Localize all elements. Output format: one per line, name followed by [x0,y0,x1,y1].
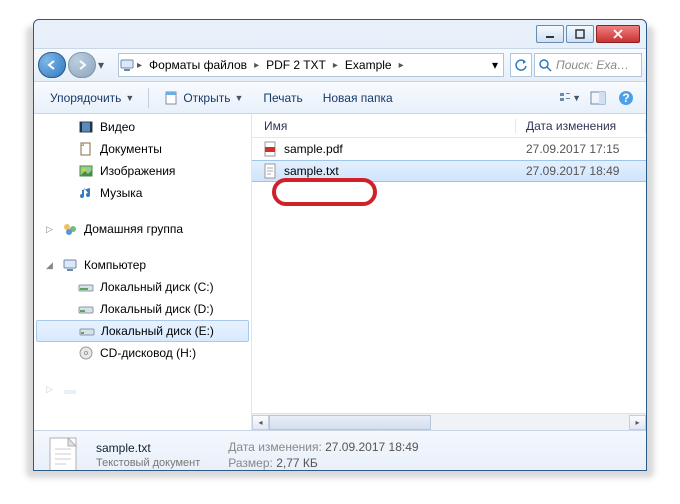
column-date[interactable]: Дата изменения [516,119,646,133]
new-folder-button[interactable]: Новая папка [315,87,401,109]
file-list[interactable]: sample.pdf 27.09.2017 17:15 sample.txt 2… [252,138,646,413]
details-filetype: Текстовый документ [96,457,200,469]
file-pane: Имя Дата изменения sample.pdf 27.09.2017… [252,114,646,430]
search-input[interactable]: Поиск: Exa… [534,53,642,77]
horizontal-scrollbar[interactable]: ◂ ▸ [252,413,646,430]
nav-history-dropdown[interactable]: ▾ [98,58,112,72]
txt-icon [262,163,278,179]
nav-bar: ▾ ▸ Форматы файлов ▸ PDF 2 TXT ▸ Example… [34,48,646,82]
open-button[interactable]: Открыть▼ [155,86,251,110]
titlebar [34,20,646,48]
tree-item-videos[interactable]: Видео [34,116,251,138]
details-pane: sample.txt Текстовый документ Дата измен… [34,430,646,471]
breadcrumb[interactable]: ▸ Форматы файлов ▸ PDF 2 TXT ▸ Example ▸… [118,53,504,77]
collapse-icon[interactable]: ◢ [46,260,53,271]
tree-item-music[interactable]: Музыка [34,182,251,204]
computer-icon [62,257,78,273]
organize-button[interactable]: Упорядочить▼ [42,87,142,109]
chevron-right-icon[interactable]: ▸ [331,60,340,71]
tree-item-drive-e[interactable]: Локальный диск (E:) [36,320,249,342]
column-headers: Имя Дата изменения [252,114,646,138]
forward-button[interactable] [68,52,96,78]
film-icon [78,119,94,135]
minimize-button[interactable] [536,25,564,43]
chevron-right-icon[interactable]: ▸ [135,60,144,71]
maximize-button[interactable] [566,25,594,43]
expand-icon[interactable]: ▷ [46,224,53,235]
details-filename: sample.txt [96,441,200,455]
tree-item-documents[interactable]: Документы [34,138,251,160]
scroll-right-button[interactable]: ▸ [629,415,646,430]
chevron-right-icon[interactable]: ▸ [252,60,261,71]
tree-item-drive-d[interactable]: Локальный диск (D:) [34,298,251,320]
scroll-left-button[interactable]: ◂ [252,415,269,430]
preview-pane-button[interactable] [586,87,610,109]
back-button[interactable] [38,52,66,78]
column-name[interactable]: Имя [252,119,516,133]
breadcrumb-segment[interactable]: Example [340,54,397,76]
tree-item-cd-drive[interactable]: CD-дисковод (H:) [34,342,251,364]
navigation-tree: Видео Документы Изображения Музыка ▷Дома… [34,114,252,430]
breadcrumb-segment[interactable]: Форматы файлов [144,54,252,76]
cd-icon [78,345,94,361]
breadcrumb-segment[interactable]: PDF 2 TXT [261,54,331,76]
drive-icon [78,301,94,317]
music-icon [78,185,94,201]
tree-item-drive-c[interactable]: Локальный диск (C:) [34,276,251,298]
tree-item-pictures[interactable]: Изображения [34,160,251,182]
print-button[interactable]: Печать [255,87,310,109]
file-type-icon [44,435,84,472]
homegroup-icon [62,221,78,237]
refresh-button[interactable] [510,53,532,77]
svg-text:?: ? [622,91,629,105]
picture-icon [78,163,94,179]
view-options-button[interactable]: ▼ [558,87,582,109]
tree-item-homegroup[interactable]: ▷Домашняя группа [34,218,251,240]
file-row[interactable]: sample.txt 27.09.2017 18:49 [252,160,646,182]
drive-icon [79,323,95,339]
tree-item-network[interactable]: ▷ [34,378,251,400]
toolbar: Упорядочить▼ Открыть▼ Печать Новая папка… [34,82,646,114]
chevron-right-icon[interactable]: ▸ [397,60,406,71]
document-icon [78,141,94,157]
close-button[interactable] [596,25,640,43]
pdf-icon [262,141,278,157]
tree-item-computer[interactable]: ◢Компьютер [34,254,251,276]
computer-icon [119,57,135,73]
help-button[interactable]: ? [614,87,638,109]
breadcrumb-dropdown[interactable]: ▾ [487,54,503,76]
notepad-icon [163,90,179,106]
search-icon [539,59,552,72]
scroll-thumb[interactable] [269,415,431,430]
file-row[interactable]: sample.pdf 27.09.2017 17:15 [252,138,646,160]
explorer-window: ▾ ▸ Форматы файлов ▸ PDF 2 TXT ▸ Example… [33,19,647,471]
drive-icon [78,279,94,295]
